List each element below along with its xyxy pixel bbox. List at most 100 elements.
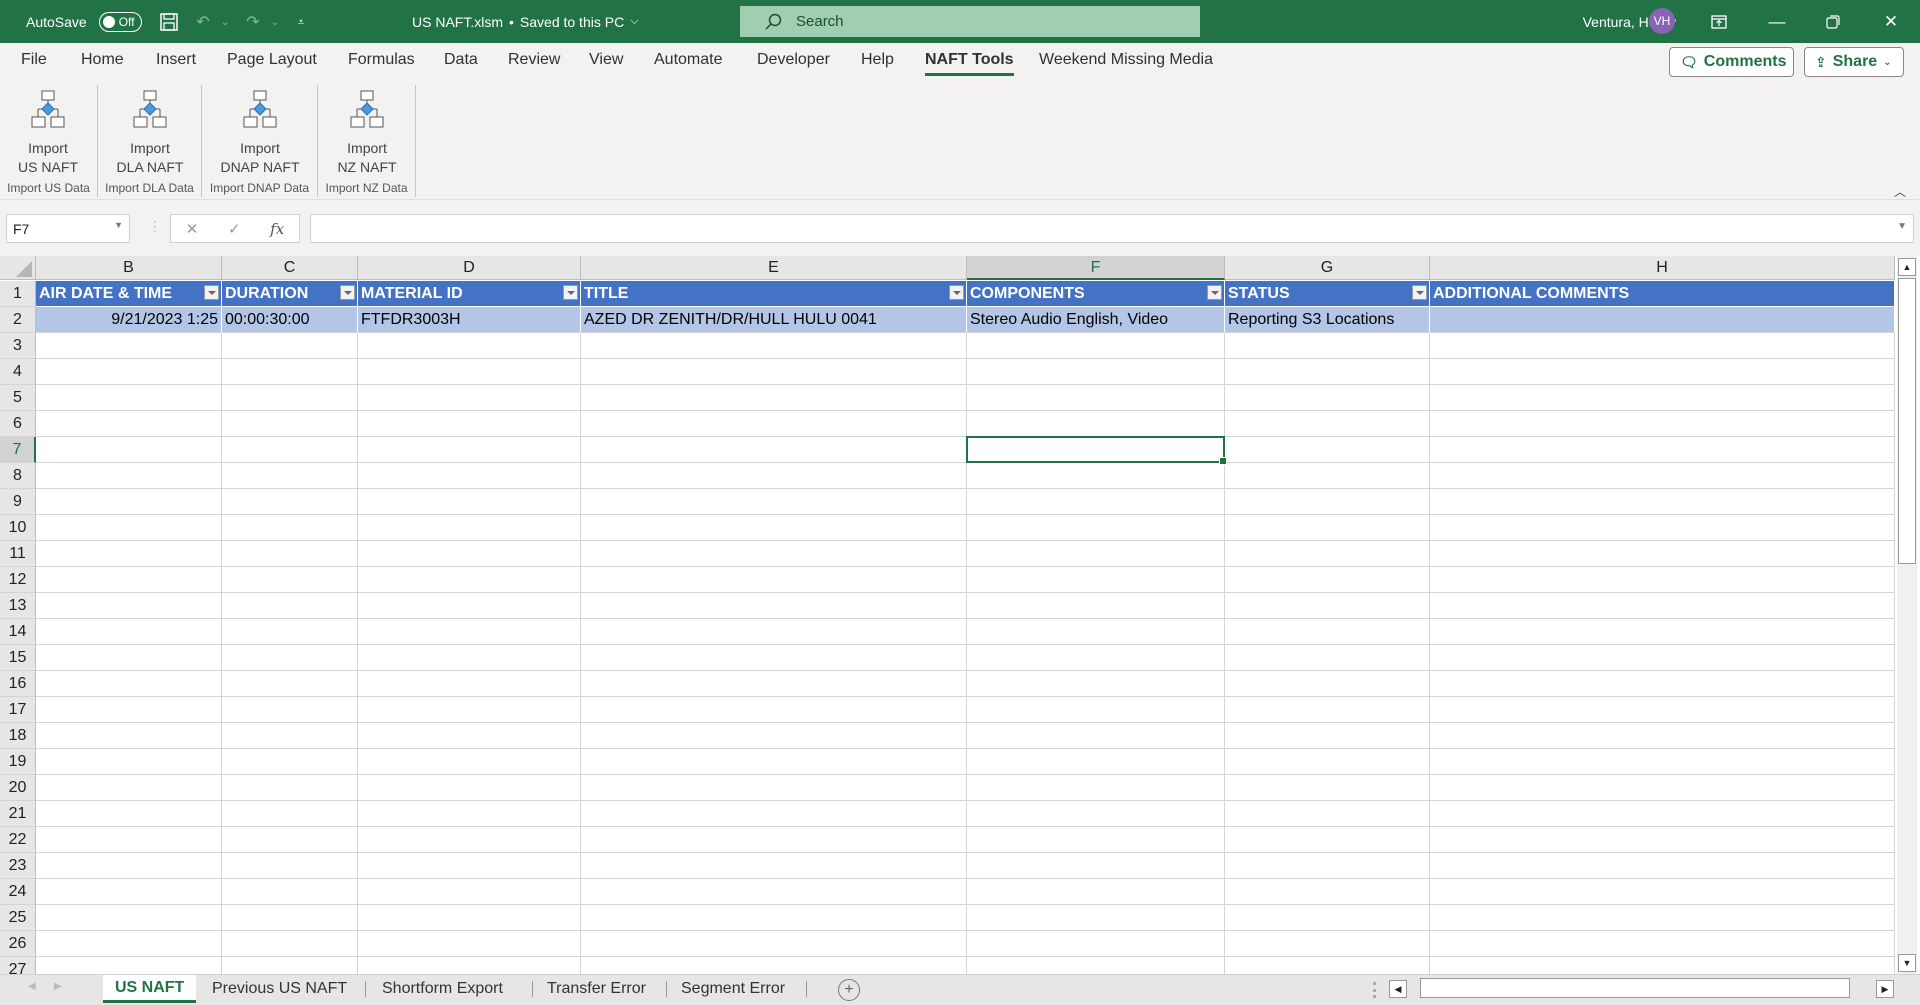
grid-cell[interactable] [1430,333,1895,359]
table-header-cell[interactable]: AIR DATE & TIME [36,281,222,307]
grid-cell[interactable] [581,827,967,853]
grid-cell[interactable] [1225,567,1430,593]
grid-cell[interactable] [36,801,222,827]
tab-view[interactable]: View [589,51,623,69]
grid-cell[interactable] [36,775,222,801]
grid-cell[interactable] [967,619,1225,645]
column-header-g[interactable]: G [1225,256,1430,280]
grid-cell[interactable] [1225,775,1430,801]
grid-cell[interactable] [1430,905,1895,931]
grid-cell[interactable] [581,957,967,974]
grid-cell[interactable] [358,619,581,645]
grid-cell[interactable] [581,593,967,619]
undo-icon[interactable]: ↶ [192,11,214,33]
row-header[interactable]: 12 [0,567,36,593]
grid-cell[interactable] [36,567,222,593]
grid-cell[interactable] [967,515,1225,541]
grid-cell[interactable] [222,775,358,801]
grid-cell[interactable] [1225,359,1430,385]
grid-cell[interactable] [358,593,581,619]
grid-cell[interactable] [36,827,222,853]
scroll-right-icon[interactable]: ▶ [1876,980,1894,998]
table-header-cell[interactable]: DURATION [222,281,358,307]
grid-cell[interactable] [222,905,358,931]
grid-cell[interactable] [36,515,222,541]
sheet-tab-us-naft[interactable]: US NAFT [103,975,197,1003]
grid-cell[interactable] [358,645,581,671]
grid-cell[interactable] [358,697,581,723]
row-header[interactable]: 14 [0,619,36,645]
collapse-ribbon-icon[interactable]: ︿ [1894,183,1906,200]
sheet-tab-transfer-error[interactable]: Transfer Error [535,975,658,1003]
vertical-scrollbar[interactable]: ▲ ▼ [1897,256,1917,974]
grid-cell[interactable] [1225,697,1430,723]
tab-data[interactable]: Data [444,51,478,69]
grid-cell[interactable] [1430,359,1895,385]
row-header[interactable]: 4 [0,359,36,385]
grid-cell[interactable] [1225,749,1430,775]
grid-cell[interactable] [358,567,581,593]
filter-dropdown-icon[interactable] [1412,285,1427,300]
grid-cell[interactable] [1225,411,1430,437]
grid-cell[interactable] [1430,671,1895,697]
drag-handle-icon[interactable]: ⋮ [148,218,162,235]
grid-cell[interactable] [222,463,358,489]
grid-cell[interactable] [581,775,967,801]
grid-cell[interactable] [581,801,967,827]
row-header[interactable]: 22 [0,827,36,853]
grid-cell[interactable] [581,723,967,749]
grid-cell[interactable] [581,931,967,957]
grid-cell[interactable] [1430,645,1895,671]
redo-icon[interactable]: ↷ [242,11,264,33]
row-header[interactable]: 9 [0,489,36,515]
search-box[interactable]: Search [740,6,1200,37]
column-header-f[interactable]: F [967,256,1225,280]
scroll-up-icon[interactable]: ▲ [1898,258,1916,276]
grid-cell[interactable] [36,593,222,619]
row-header[interactable]: 24 [0,879,36,905]
grid-cell[interactable] [581,385,967,411]
grid-cell[interactable] [581,515,967,541]
grid-cell[interactable] [967,645,1225,671]
tab-help[interactable]: Help [861,51,894,69]
grid-cell[interactable] [222,801,358,827]
row-header[interactable]: 16 [0,671,36,697]
grid-cell[interactable] [967,671,1225,697]
prev-sheet-icon[interactable]: ◀ [28,981,36,992]
undo-dropdown-icon[interactable]: ⌄ [214,11,236,33]
table-header-cell[interactable]: STATUS [1225,281,1430,307]
row-header[interactable]: 19 [0,749,36,775]
grid-cell[interactable] [1225,723,1430,749]
row-header[interactable]: 21 [0,801,36,827]
grid-cell[interactable] [36,619,222,645]
grid-cell[interactable] [222,489,358,515]
row-header[interactable]: 10 [0,515,36,541]
grid-cell[interactable] [358,489,581,515]
grid-cell[interactable] [222,515,358,541]
row-header[interactable]: 27 [0,957,36,974]
scroll-down-icon[interactable]: ▼ [1898,954,1916,972]
tab-review[interactable]: Review [508,51,560,69]
grid-cell[interactable] [36,723,222,749]
grid-cell[interactable] [222,359,358,385]
row-header[interactable]: 8 [0,463,36,489]
filter-dropdown-icon[interactable] [563,285,578,300]
grid-cell[interactable] [222,749,358,775]
row-header[interactable]: 3 [0,333,36,359]
grid-cell[interactable] [967,801,1225,827]
grid-cell[interactable] [1430,437,1895,463]
grid-cell[interactable] [222,931,358,957]
grid-cell[interactable] [1430,463,1895,489]
grid-cell[interactable] [967,593,1225,619]
grid-cell[interactable] [581,619,967,645]
grid-cell[interactable] [358,853,581,879]
active-cell-selection[interactable] [966,436,1227,465]
table-cell[interactable]: Reporting S3 Locations [1225,307,1430,333]
import-dla-naft-button[interactable]: Import DLA NAFT [110,89,190,177]
grid-cell[interactable] [1225,931,1430,957]
grid-cell[interactable] [581,359,967,385]
grid-cell[interactable] [1225,905,1430,931]
grid-cell[interactable] [222,957,358,974]
table-header-cell[interactable]: ADDITIONAL COMMENTS [1430,281,1895,307]
grid-cell[interactable] [36,333,222,359]
